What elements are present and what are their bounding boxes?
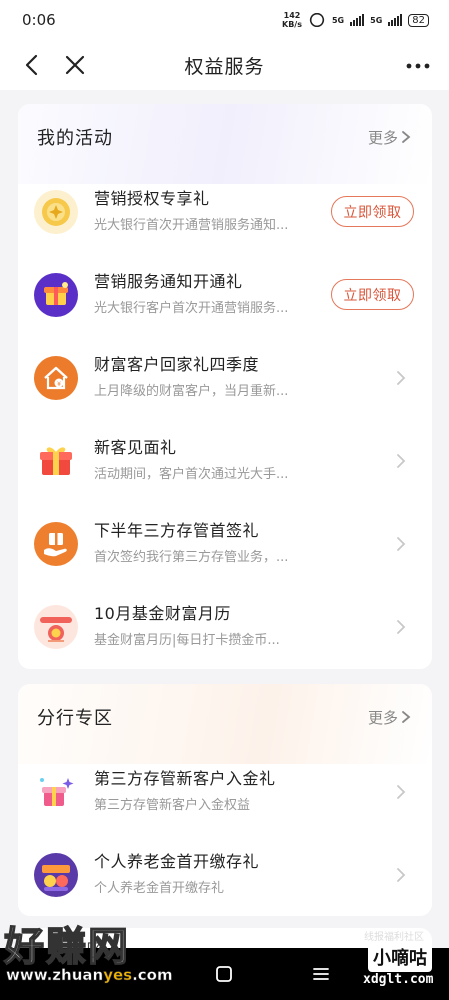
activity-title: 营销授权专享礼 [94, 188, 210, 208]
my-activities-card: 我的活动 更多 营销授权专享礼 光大银行首次开通营销服务通知... 立即领取 营… [18, 104, 432, 669]
chevron-right-icon [397, 370, 406, 385]
chevron-right-icon [397, 536, 406, 551]
close-icon[interactable] [62, 52, 88, 78]
activity-item[interactable]: 营销授权专享礼 光大银行首次开通营销服务通知... 立即领取 [18, 170, 432, 253]
network-type-1: 5G [331, 15, 345, 25]
red-gift-icon [34, 438, 78, 483]
svg-text:¥: ¥ [57, 381, 61, 388]
my-activities-header: 我的活动 更多 [18, 104, 432, 170]
activity-item[interactable]: 新客见面礼 活动期间，客户首次通过光大手... [18, 419, 432, 502]
activity-title: 新客见面礼 [94, 437, 177, 457]
claim-button[interactable]: 立即领取 [331, 196, 414, 227]
back-arrow-icon[interactable] [20, 52, 46, 78]
signal-icon-2 [388, 14, 403, 26]
more-options-icon[interactable] [405, 56, 431, 76]
activity-title: 10月基金财富月历 [94, 603, 231, 623]
activity-item[interactable]: 营销服务通知开通礼 光大银行客户首次开通营销服务... 立即领取 [18, 253, 432, 336]
section-title: 分行专区 [37, 708, 113, 729]
chevron-right-icon [402, 711, 411, 723]
home-square-icon[interactable] [214, 964, 234, 984]
gold-coin-icon [34, 189, 78, 234]
activity-item[interactable]: 下半年三方存管首签礼 首次签约我行第三方存管业务，... [18, 502, 432, 585]
watermark-url-highlight: yes [103, 966, 133, 985]
branch-item-description: 个人养老金首开缴存礼 [94, 880, 225, 896]
activity-description: 上月降级的财富客户，当月重新... [94, 383, 289, 399]
branch-item[interactable]: 第三方存管新客户入金礼 第三方存管新客户入金权益 [18, 750, 432, 833]
sparkle-gift-icon [34, 769, 78, 814]
pension-badge-icon [34, 852, 78, 897]
more-link[interactable]: 更多 [368, 707, 412, 728]
activity-title: 财富客户回家礼四季度 [94, 354, 260, 374]
network-speed: 142 KB/s [282, 11, 302, 29]
branch-item-description: 第三方存管新客户入金权益 [94, 797, 251, 813]
branch-zone-header: 分行专区 更多 [18, 684, 432, 750]
section-title: 我的活动 [37, 128, 113, 149]
activity-title: 下半年三方存管首签礼 [94, 520, 260, 540]
battery-indicator: 82 [408, 13, 429, 27]
activity-item[interactable]: ¥ 财富客户回家礼四季度 上月降级的财富客户，当月重新... [18, 336, 432, 419]
claim-button[interactable]: 立即领取 [331, 279, 414, 310]
watermark-url-prefix: www.zhuan [6, 966, 104, 985]
network-type-2: 5G [370, 15, 383, 25]
fund-calendar-icon [34, 604, 78, 649]
activity-item[interactable]: 10月基金财富月历 基金财富月历|每日打卡攒金币... [18, 585, 432, 668]
watermark-brand-left: 好赚网 [3, 923, 130, 971]
house-coin-icon: ¥ [34, 355, 78, 400]
branch-zone-card: 分行专区 更多 第三方存管新客户入金礼 第三方存管新客户入金权益 个人养老金首开… [18, 684, 432, 916]
activity-description: 首次签约我行第三方存管业务，... [94, 549, 289, 565]
chevron-right-icon [402, 131, 411, 143]
network-speed-value: 142 [283, 11, 301, 20]
network-speed-unit: KB/s [282, 20, 302, 29]
more-link-label: 更多 [367, 708, 398, 727]
chevron-right-icon [397, 784, 406, 799]
hotspot-icon [309, 13, 325, 27]
menu-icon[interactable] [311, 964, 331, 984]
activity-description: 活动期间，客户首次通过光大手... [94, 466, 289, 482]
watermark-brand-right: 小嘀咕 [368, 942, 432, 972]
navigation-bar: 权益服务 [0, 40, 449, 90]
more-link-label: 更多 [367, 128, 398, 147]
branch-item-title: 第三方存管新客户入金礼 [94, 768, 276, 788]
watermark-url-suffix: .com [132, 966, 173, 985]
status-time: 0:06 [22, 11, 56, 29]
watermark-small-right: 线报福利社区 [364, 932, 424, 943]
chevron-right-icon [397, 867, 406, 882]
signal-icon [350, 14, 365, 26]
gift-box-icon [34, 272, 78, 317]
more-link[interactable]: 更多 [368, 127, 412, 148]
branch-item[interactable]: 个人养老金首开缴存礼 个人养老金首开缴存礼 [18, 833, 432, 916]
activity-description: 光大银行客户首次开通营销服务... [94, 300, 289, 316]
activity-description: 基金财富月历|每日打卡攒金币... [94, 632, 280, 648]
activity-description: 光大银行首次开通营销服务通知... [94, 217, 289, 233]
hand-gift-icon [34, 521, 78, 566]
watermark-url-left: www.zhuanyes.com [6, 966, 173, 985]
chevron-right-icon [397, 453, 406, 468]
status-indicators: 142 KB/s 5G 5G 82 [282, 11, 429, 29]
branch-item-title: 个人养老金首开缴存礼 [94, 851, 260, 871]
activity-title: 营销服务通知开通礼 [94, 271, 243, 291]
status-bar: 0:06 142 KB/s 5G 5G 82 [0, 0, 449, 40]
chevron-right-icon [397, 619, 406, 634]
watermark-url-right: xdglt.com [363, 972, 434, 987]
